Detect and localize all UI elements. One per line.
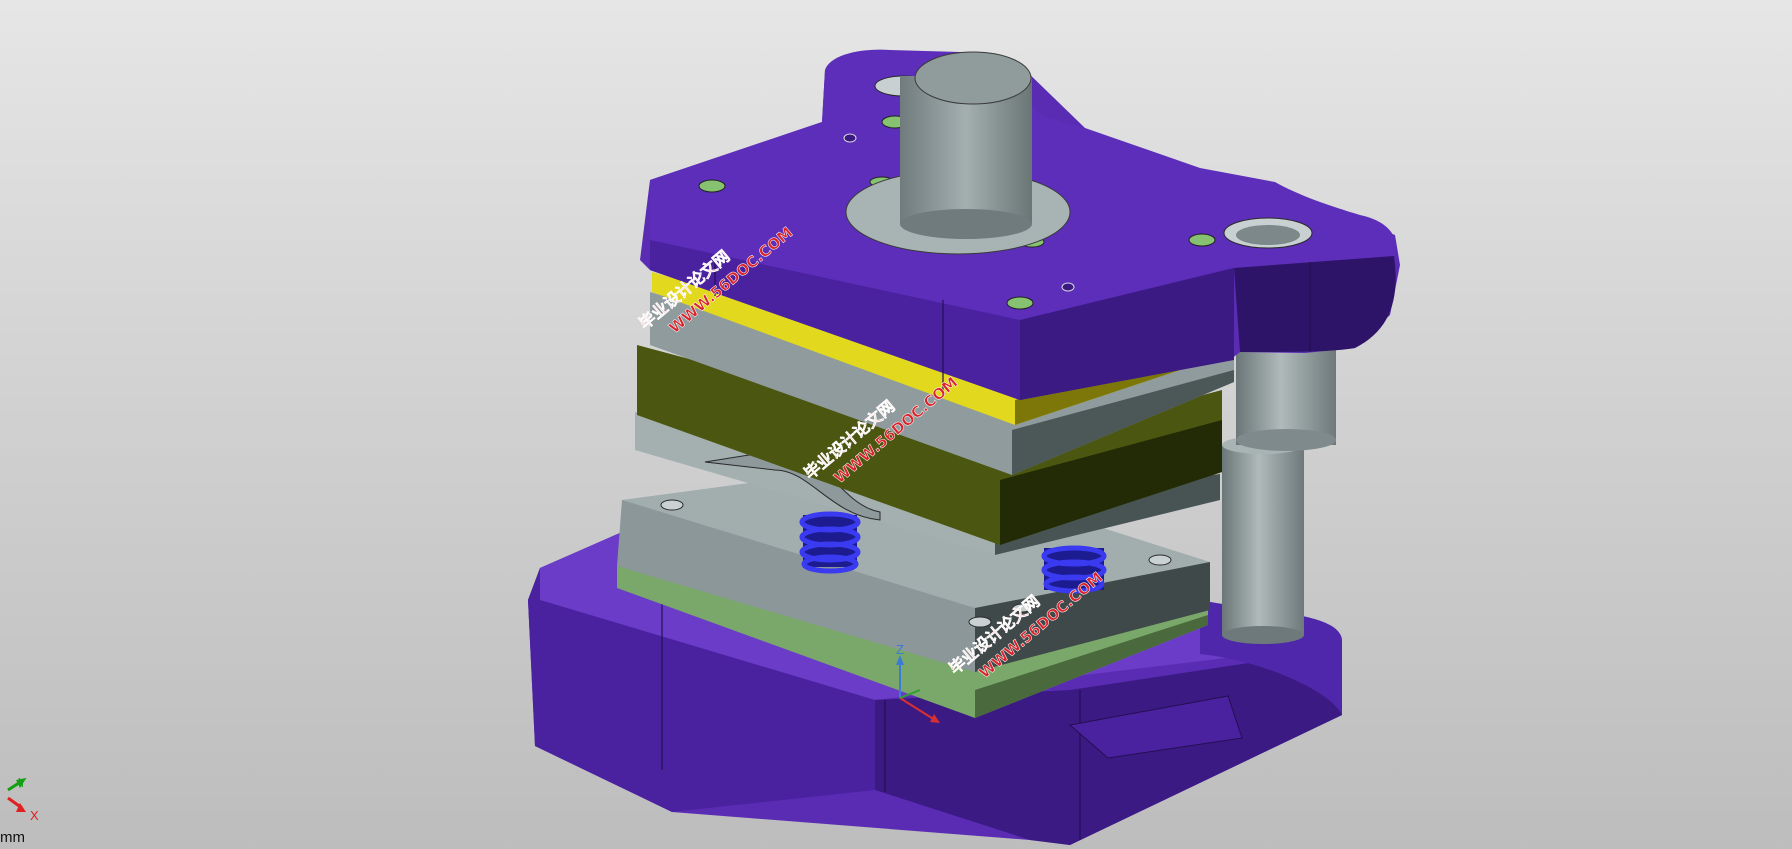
origin-z-label: Z [896,642,904,657]
guide-post[interactable] [1222,335,1336,644]
view-triad[interactable]: Y X [7,775,39,823]
triad-y-label: Y [18,775,27,790]
units-label: mm [0,829,25,846]
cad-3d-viewport[interactable]: 毕业设计论文网 WWW.56DOC.COM 毕业设计论文网 WWW.56DOC.… [0,0,1792,849]
stripper-spring-left[interactable] [799,511,861,574]
die-assembly-model[interactable]: 毕业设计论文网 WWW.56DOC.COM 毕业设计论文网 WWW.56DOC.… [0,0,1792,849]
triad-x-label: X [30,808,39,823]
